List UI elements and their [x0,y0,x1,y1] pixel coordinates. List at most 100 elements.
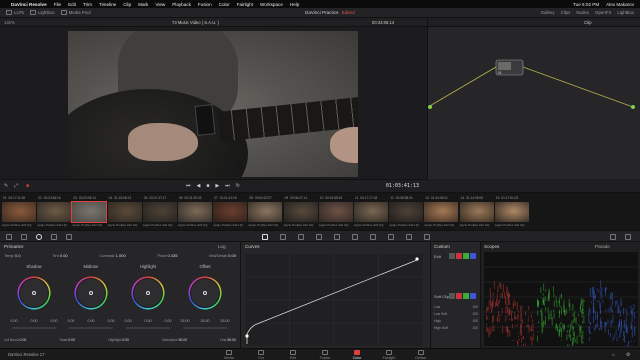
wheel-value[interactable]: 0.00 [11,319,18,323]
app-menu[interactable]: DaVinci Resolve [11,2,47,7]
wheel-puck[interactable] [32,291,36,295]
openfx-button[interactable]: OpenFX [595,10,611,15]
param-contrast[interactable]: Contrast 1.000 [99,253,125,258]
key-icon[interactable] [388,234,394,240]
blue-channel-toggle[interactable] [470,253,476,259]
color-warper-icon[interactable] [280,234,286,240]
skip-end-icon[interactable]: ⏭ [225,183,230,189]
expand-icon[interactable] [625,234,631,240]
soft-clip-row[interactable]: High Soft 100 [434,325,478,332]
window-icon[interactable] [316,234,322,240]
param-pivot[interactable]: Pivot 0.435 [157,253,177,258]
clip-thumbnail[interactable]: 09 00:06:27:14 Apple ProRes 422 HQ [283,194,319,229]
red-marker-icon[interactable]: ■ [26,183,29,189]
transform-icon[interactable]: ⤢ [14,183,18,189]
menu-edit[interactable]: Edit [68,2,76,7]
clip-thumbnail[interactable]: 14 01:14:05:06 Apple ProRes 422 HQ [459,194,495,229]
wheel-midtone-slider[interactable] [69,327,113,329]
clip-thumbnail[interactable]: 02 00:23:46:16 Apple ProRes 422 HQ [37,194,72,229]
curve-graph[interactable] [245,254,423,346]
soft-clip-blue-toggle[interactable] [470,293,476,299]
magic-mask-icon[interactable] [352,234,358,240]
soft-clip-link-toggle[interactable] [449,293,455,299]
wheel-midtone[interactable] [70,272,112,314]
primaries-mode[interactable]: Log [218,244,226,249]
clip-thumbnail[interactable]: 15 01:17:51:03 Apple ProRes 422 HQ [494,194,530,229]
menu-fusion[interactable]: Fusion [198,2,212,7]
luts-button[interactable]: LUTs [6,10,24,15]
lightbox-button[interactable]: Lightbox [617,10,634,15]
menu-color[interactable]: Color [219,2,230,7]
menu-mark[interactable]: Mark [138,2,148,7]
menu-workspace[interactable]: Workspace [260,2,283,7]
lightbox-top-button[interactable]: Lightbox [30,10,55,15]
tab-fairlight[interactable]: Fairlight [378,350,400,360]
soft-clip-red-toggle[interactable] [456,293,462,299]
red-channel-toggle[interactable] [456,253,462,259]
zoom-level[interactable]: 131% [4,20,15,25]
clip-thumbnail[interactable]: 07 01:01:41:18 Apple ProRes 422 HQ [213,194,248,229]
camera-raw-icon[interactable] [6,234,12,240]
menu-trim[interactable]: Trim [83,2,92,7]
skip-start-icon[interactable]: ⏮ [186,183,191,189]
menu-playback[interactable]: Playback [172,2,191,7]
blur-icon[interactable] [370,234,376,240]
wheel-shadow-slider[interactable] [12,327,56,329]
wheel-highlight-slider[interactable] [126,327,170,329]
rgb-mixer-icon[interactable] [51,234,57,240]
menu-clip[interactable]: Clip [123,2,131,7]
viewer[interactable] [0,27,427,179]
loop-icon[interactable]: ↻ [236,183,240,189]
footer-shad[interactable]: Shad 0.00 [59,338,74,342]
tab-deliver[interactable]: Deliver [410,350,432,360]
clip-thumbnail[interactable]: 12 00:08:38:24 Apple ProRes 422 HQ [389,194,424,229]
soft-clip-row[interactable]: High 100 [434,318,478,325]
qualifier-icon[interactable] [298,234,304,240]
menu-fairlight[interactable]: Fairlight [237,2,253,7]
wheel-shadow[interactable] [13,272,55,314]
footer-hue[interactable]: Hue 50.00 [220,338,236,342]
play-icon[interactable]: ▶ [215,183,219,189]
wheel-puck[interactable] [146,291,150,295]
tab-color[interactable]: Color [346,350,368,360]
wheel-highlight[interactable] [127,272,169,314]
home-icon[interactable]: ⌂ [612,352,615,358]
clip-thumbnail[interactable]: 08 00:04:22:07 Apple ProRes 422 HQ [248,194,283,229]
user-name[interactable]: Alex Makarov [606,2,634,7]
menu-file[interactable]: File [54,2,61,7]
link-channels-toggle[interactable] [449,253,455,259]
wheel-value[interactable]: 0.00 [145,319,152,323]
wheel-puck[interactable] [203,291,207,295]
color-wheels-icon[interactable] [36,234,42,240]
footer-col-boost[interactable]: Col Boost 0.00 [4,338,26,342]
reverse-play-icon[interactable]: ◀ [197,183,201,189]
node-editor[interactable]: Clip 01 [427,18,640,179]
soft-clip-row[interactable]: Low Soft 100 [434,311,478,318]
color-match-icon[interactable] [21,234,27,240]
pen-tool-icon[interactable]: ✎ [4,183,8,189]
scope-settings-icon[interactable] [610,234,616,240]
wheel-value[interactable]: 0.00 [88,319,95,323]
footer-highlight[interactable]: Highlight 0.00 [108,338,129,342]
menu-help[interactable]: Help [290,2,299,7]
wheel-value[interactable]: 25.00 [201,319,210,323]
scope-mode-select[interactable]: Parade [595,244,610,249]
wheel-value[interactable]: 25.00 [181,319,190,323]
settings-icon[interactable]: ⚙ [626,352,630,358]
soft-clip-row[interactable]: Low 100 [434,304,478,311]
clip-thumbnail[interactable]: 04 01:15:06:13 Apple ProRes 422 HQ [107,194,143,229]
tab-fusion[interactable]: Fusion [314,350,336,360]
clip-thumbnail[interactable]: 13 01:34:06:01 Apple ProRes 422 HQ [424,194,459,229]
nodes-button[interactable]: Nodes [576,10,589,15]
wheel-value[interactable]: 0.00 [31,319,38,323]
wheel-offset[interactable] [184,272,226,314]
3d-icon[interactable] [424,234,430,240]
tab-edit[interactable]: Edit [282,350,304,360]
stop-icon[interactable]: ■ [206,183,209,189]
curves-tool-icon[interactable] [262,234,268,240]
clip-thumbnail[interactable]: 11 00:17:17:18 Apple ProRes 422 HQ [354,194,389,229]
clip-thumbnail[interactable]: 10 00:16:55:15 Apple ProRes 422 HQ [318,194,354,229]
menu-timeline[interactable]: Timeline [99,2,116,7]
clips-button[interactable]: Clips [561,10,571,15]
menu-view[interactable]: View [155,2,165,7]
